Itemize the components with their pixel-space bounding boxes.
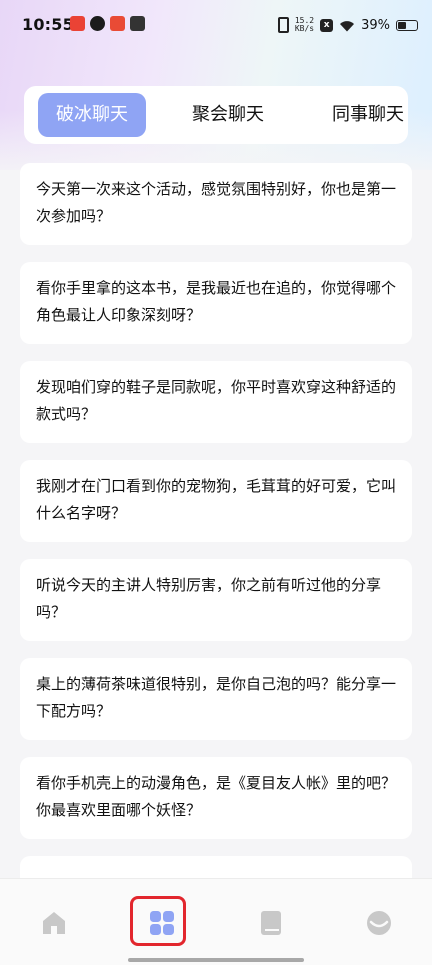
topic-text: 今天第一次来这个活动，感觉氛围特别好，你也是第一次参加吗？: [36, 180, 397, 225]
network-speed-unit: KB/s: [294, 24, 315, 33]
topic-text: 我刚才在门口看到你的宠物狗，毛茸茸的好可爱，它叫什么名字呀？: [36, 477, 397, 522]
x-icon: x: [320, 18, 334, 32]
topic-text: 发现咱们穿的鞋子是同款呢，你平时喜欢穿这种舒适的款式吗？: [36, 378, 397, 423]
topic-card[interactable]: 发现咱们穿的鞋子是同款呢，你平时喜欢穿这种舒适的款式吗？: [20, 361, 412, 443]
battery-percent: 39%: [361, 17, 390, 33]
topic-card[interactable]: 今天第一次来这个活动，感觉氛围特别好，你也是第一次参加吗？: [20, 163, 412, 245]
profile-icon: [367, 911, 391, 935]
vibrate-icon: [277, 17, 289, 33]
tab-icebreaker-chat[interactable]: 破冰聊天: [38, 93, 146, 137]
home-icon: [43, 912, 65, 934]
topic-card[interactable]: 看你手里拿的这本书，是我最近也在追的，你觉得哪个角色最让人印象深刻呀？: [20, 262, 412, 344]
battery-icon: [396, 19, 418, 31]
topic-list: 今天第一次来这个活动，感觉氛围特别好，你也是第一次参加吗？ 看你手里拿的这本书，…: [20, 163, 412, 955]
topic-card[interactable]: 我刚才在门口看到你的宠物狗，毛茸茸的好可爱，它叫什么名字呀？: [20, 460, 412, 542]
status-indicators: 15.2 KB/s x 39%: [277, 14, 418, 36]
topic-card[interactable]: 桌上的薄荷茶味道很特别，是你自己泡的吗？能分享一下配方吗？: [20, 658, 412, 740]
bottom-nav: [0, 878, 432, 965]
notification-icon: [130, 16, 145, 31]
notification-icon: [110, 16, 125, 31]
topic-text: 看你手机壳上的动漫角色，是《夏目友人帐》里的吧？你最喜欢里面哪个妖怪？: [36, 774, 397, 819]
tab-party-chat[interactable]: 聚会聊天: [174, 93, 282, 137]
status-time: 10:55: [22, 15, 74, 34]
nav-profile[interactable]: [365, 909, 393, 937]
network-speed: 15.2 KB/s: [295, 17, 314, 33]
status-bar: 10:55 15.2 KB/s x 39%: [0, 0, 432, 52]
nav-book[interactable]: [257, 909, 285, 937]
home-indicator[interactable]: [128, 958, 304, 962]
topic-card[interactable]: 看你手机壳上的动漫角色，是《夏目友人帐》里的吧？你最喜欢里面哪个妖怪？: [20, 757, 412, 839]
tab-bar: 破冰聊天 聚会聊天 同事聊天: [24, 86, 408, 144]
notification-icon: [90, 16, 105, 31]
nav-home[interactable]: [40, 909, 68, 937]
tab-colleague-chat[interactable]: 同事聊天: [314, 93, 408, 137]
notification-icon: [70, 16, 85, 31]
highlight-annotation: [130, 896, 186, 946]
topic-text: 看你手里拿的这本书，是我最近也在追的，你觉得哪个角色最让人印象深刻呀？: [36, 279, 397, 324]
wifi-icon: [340, 20, 355, 31]
topic-card[interactable]: 听说今天的主讲人特别厉害，你之前有听过他的分享吗？: [20, 559, 412, 641]
book-icon: [261, 911, 281, 935]
topic-text: 听说今天的主讲人特别厉害，你之前有听过他的分享吗？: [36, 576, 382, 621]
topic-text: 桌上的薄荷茶味道很特别，是你自己泡的吗？能分享一下配方吗？: [36, 675, 397, 720]
